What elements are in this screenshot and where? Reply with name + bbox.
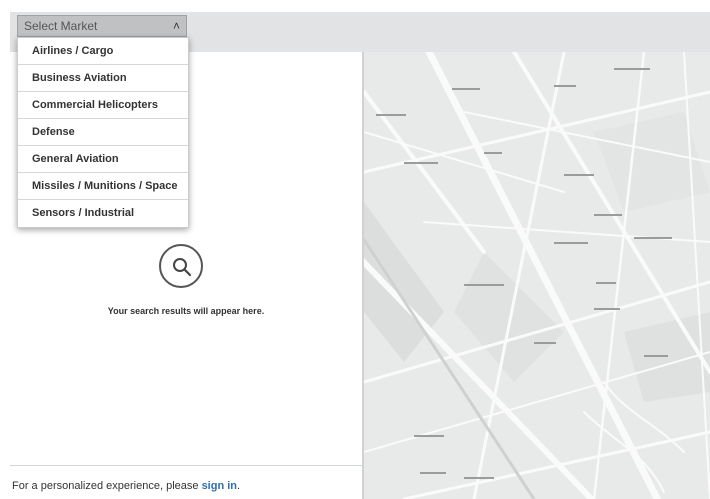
footer-divider	[10, 465, 362, 466]
market-option-commercial-helicopters[interactable]: Commercial Helicopters	[18, 92, 188, 119]
market-dropdown-menu: Airlines / Cargo Business Aviation Comme…	[17, 37, 189, 228]
market-option-business-aviation[interactable]: Business Aviation	[18, 65, 188, 92]
chevron-up-icon: ˄	[172, 19, 180, 33]
market-option-defense[interactable]: Defense	[18, 119, 188, 146]
sign-in-prompt-text: For a personalized experience, please	[12, 480, 202, 492]
select-market-label: Select Market	[24, 19, 98, 33]
sign-in-prompt: For a personalized experience, please si…	[12, 480, 240, 492]
sign-in-link[interactable]: sign in	[202, 480, 237, 492]
select-market-dropdown[interactable]: Select Market ˄	[17, 15, 187, 37]
empty-results-message: Your search results will appear here.	[107, 306, 265, 316]
search-icon	[159, 244, 203, 288]
market-option-missiles-munitions-space[interactable]: Missiles / Munitions / Space	[18, 173, 188, 200]
market-option-sensors-industrial[interactable]: Sensors / Industrial	[18, 200, 188, 227]
market-option-airlines-cargo[interactable]: Airlines / Cargo	[18, 38, 188, 65]
map-canvas	[364, 52, 710, 499]
sign-in-prompt-suffix: .	[237, 480, 241, 492]
market-option-general-aviation[interactable]: General Aviation	[18, 146, 188, 173]
map-view[interactable]	[364, 52, 710, 499]
